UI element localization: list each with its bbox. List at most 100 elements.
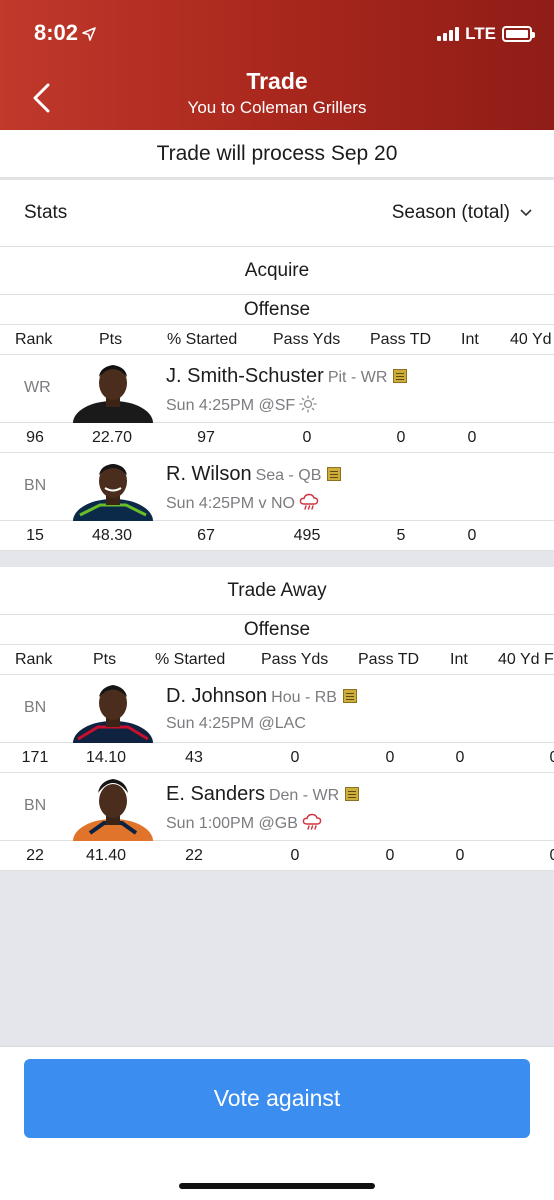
rain-cloud-icon [299, 493, 319, 510]
app-header: 8:02 LTE Trade You to Coleman Grillers [0, 0, 554, 130]
col-started: % Started [155, 651, 226, 668]
sun-icon [299, 395, 317, 413]
player-name-line[interactable]: R. Wilson Sea - QB [166, 463, 342, 486]
player-note-icon[interactable] [345, 787, 360, 801]
player-name-line[interactable]: D. Johnson Hou - RB [166, 685, 357, 708]
stat-int: 0 [455, 847, 465, 864]
stat-int: 0 [455, 749, 465, 766]
stat-pts: 22.70 [91, 429, 133, 446]
acquire-title: Acquire [0, 247, 554, 295]
location-arrow-icon [82, 27, 96, 41]
stat-rank: 171 [21, 749, 49, 766]
stat-int: 0 [467, 527, 477, 544]
player-photo [70, 775, 156, 841]
game-info: Sun 1:00PM @GB [166, 813, 322, 833]
stat-started: 22 [185, 847, 203, 864]
page-title: Trade [246, 68, 308, 94]
network-label: LTE [465, 24, 496, 43]
stat-pass-yds: 0 [290, 847, 300, 864]
player-name-line[interactable]: J. Smith-Schuster Pit - WR [166, 365, 408, 388]
player-team: Den - WR [268, 787, 340, 804]
game-time: Sun 1:00PM @GB [166, 815, 298, 832]
col-rank: Rank [15, 651, 53, 668]
player-row[interactable]: BN E. Sanders Den - WR Sun 1:00PM @GB [0, 773, 554, 841]
col-40yd: 40 Yd [510, 331, 552, 348]
stat-int: 0 [467, 429, 477, 446]
acquire-section: Acquire Offense Rank Pts % Started Pass … [0, 247, 554, 551]
player-row[interactable]: WR J. Smith-Schuster Pit - WR Sun 4:25PM … [0, 355, 554, 423]
section-divider [0, 551, 554, 567]
player-team: Hou - RB [271, 689, 337, 706]
player-position: BN [24, 797, 47, 814]
process-date: Trade will process Sep 20 [0, 130, 554, 178]
page-subtitle: You to Coleman Grillers [187, 98, 367, 117]
col-pts: Pts [99, 331, 123, 348]
trade-away-title: Trade Away [0, 567, 554, 615]
player-team: Pit - WR [327, 369, 388, 386]
player-position: WR [24, 379, 51, 396]
player-photo [70, 357, 156, 423]
trade-away-column-headers: Rank Pts % Started Pass Yds Pass TD Int … [0, 645, 554, 675]
player-stats-row: 171 14.10 43 0 0 0 0 [0, 743, 554, 773]
player-team: Sea - QB [255, 467, 322, 484]
status-indicators: LTE [437, 24, 535, 44]
stat-pass-yds: 495 [293, 527, 321, 544]
player-photo [70, 677, 156, 743]
player-name: D. Johnson [166, 685, 268, 707]
battery-icon [502, 26, 535, 42]
player-stats-row: 22 41.40 22 0 0 0 0 [0, 841, 554, 871]
player-name: R. Wilson [166, 463, 252, 485]
player-stats-row: 96 22.70 97 0 0 0 [0, 423, 554, 453]
rain-cloud-icon [302, 813, 322, 830]
status-time: 8:02 [34, 20, 96, 46]
game-info: Sun 4:25PM @LAC [166, 715, 306, 733]
stat-started: 43 [185, 749, 203, 766]
col-pass-td: Pass TD [358, 651, 420, 668]
stat-pass-td: 5 [396, 527, 406, 544]
game-time: Sun 4:25PM @SF [166, 397, 296, 414]
player-row[interactable]: BN D. Johnson Hou - RB Sun 4:25PM @LAC [0, 675, 554, 743]
signal-icon [437, 27, 460, 41]
player-note-icon[interactable] [393, 369, 408, 383]
col-rank: Rank [15, 331, 53, 348]
stat-started: 67 [197, 527, 215, 544]
stat-pass-td: 0 [396, 429, 406, 446]
game-info: Sun 4:25PM @SF [166, 395, 317, 415]
game-time: Sun 4:25PM v NO [166, 495, 295, 512]
trade-away-section: Trade Away Offense Rank Pts % Started Pa… [0, 567, 554, 871]
col-40yd: 40 Yd F [498, 651, 554, 668]
player-stats-row: 15 48.30 67 495 5 0 [0, 521, 554, 551]
home-indicator[interactable] [179, 1183, 375, 1189]
player-row[interactable]: BN R. Wilson Sea - QB Sun 4:25PM v NO [0, 453, 554, 521]
stat-pass-yds: 0 [302, 429, 312, 446]
col-started: % Started [167, 331, 238, 348]
stat-started: 97 [197, 429, 215, 446]
vote-against-button[interactable]: Vote against [24, 1059, 530, 1138]
stat-pts: 41.40 [85, 847, 127, 864]
stat-pass-yds: 0 [290, 749, 300, 766]
stat-pts: 14.10 [85, 749, 127, 766]
stat-40yd: 0 [550, 749, 554, 767]
player-name: E. Sanders [166, 783, 265, 805]
player-photo [70, 455, 156, 521]
game-time: Sun 4:25PM @LAC [166, 715, 306, 732]
player-note-icon[interactable] [327, 467, 342, 481]
stat-rank: 22 [26, 847, 44, 864]
col-pass-td: Pass TD [370, 331, 432, 348]
stat-rank: 15 [26, 527, 44, 544]
col-pass-yds: Pass Yds [273, 331, 341, 348]
col-int: Int [450, 651, 468, 668]
player-position: BN [24, 699, 47, 716]
player-position: BN [24, 477, 47, 494]
stats-label: Stats [24, 202, 68, 223]
stat-pass-td: 0 [385, 749, 395, 766]
stats-selector-row: Stats Season (total) [0, 179, 554, 247]
stats-period-dropdown[interactable]: Season (total) [392, 202, 532, 224]
player-note-icon[interactable] [342, 689, 357, 703]
stat-pass-td: 0 [385, 847, 395, 864]
game-info: Sun 4:25PM v NO [166, 493, 319, 513]
trade-content: Trade will process Sep 20 Stats Season (… [0, 130, 554, 871]
status-time-text: 8:02 [34, 20, 79, 45]
stats-period-value: Season (total) [391, 202, 510, 223]
player-name-line[interactable]: E. Sanders Den - WR [166, 783, 360, 806]
